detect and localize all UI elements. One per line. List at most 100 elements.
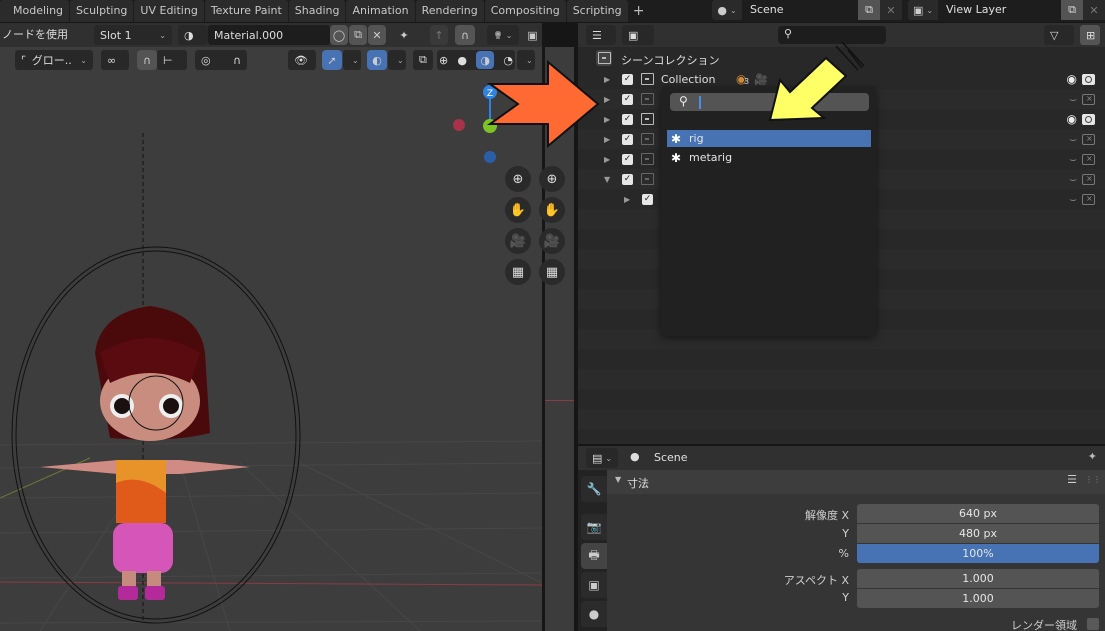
tab-view-layer[interactable]: ▣ <box>581 572 607 598</box>
resolution-x-field[interactable]: 640 px <box>857 504 1099 523</box>
expand-icon[interactable]: ▶ <box>604 75 610 84</box>
exclude-checkbox[interactable]: ✓ <box>622 73 633 85</box>
options-button[interactable]: ▣ <box>523 25 542 45</box>
selectability-dropdown[interactable]: 👁 <box>288 50 316 70</box>
overlay-dropdown[interactable]: ⌄ <box>388 50 406 70</box>
pivot-point-dropdown[interactable]: ∞ <box>101 50 129 70</box>
popup-item-metarig[interactable]: ✱ metarig <box>667 149 871 166</box>
render-region-checkbox[interactable] <box>1087 618 1099 630</box>
visibility-eye-icon[interactable]: ◉ <box>1067 112 1077 126</box>
tab-output[interactable]: 🖶 <box>581 543 607 569</box>
dimensions-panel-header[interactable]: ▼ 寸法 ☰ ⋮⋮ <box>607 470 1105 494</box>
new-collection-button[interactable]: ⊞ <box>1080 25 1100 45</box>
render-disabled-icon[interactable] <box>1082 153 1095 165</box>
new-view-layer-button[interactable]: ⧉ <box>1061 0 1083 20</box>
new-scene-button[interactable]: ⧉ <box>858 0 880 20</box>
proportional-edit-dropdown[interactable]: ◎ ∩ <box>195 50 247 70</box>
expand-icon[interactable]: ▶ <box>604 155 610 164</box>
scene-collection-label[interactable]: シーンコレクション <box>621 52 719 68</box>
exclude-checkbox[interactable]: ✓ <box>622 113 633 125</box>
filter-view-layer-dropdown[interactable]: ▣ <box>622 25 654 45</box>
snap-toggle-button[interactable]: ∩ <box>455 25 475 45</box>
render-disabled-icon[interactable] <box>1082 193 1095 205</box>
gizmo-toggle[interactable]: ➚ <box>322 50 342 70</box>
editor-type-dropdown[interactable]: ▤ ⌄ <box>586 448 618 468</box>
filter-dropdown[interactable]: ▽ <box>1044 25 1074 45</box>
tab-modeling[interactable]: Modeling <box>0 0 70 22</box>
tab-sculpting[interactable]: Sculpting <box>70 0 134 22</box>
overlay-toggle[interactable]: ◐ <box>367 50 387 70</box>
duplicate-material-button[interactable]: ⧉ <box>349 25 367 45</box>
transform-orientation-dropdown[interactable]: ⌜ グロー.. ⌄ <box>15 50 93 70</box>
fake-user-button[interactable]: ◯ <box>330 25 348 45</box>
tab-uv-editing[interactable]: UV Editing <box>134 0 204 22</box>
delete-view-layer-button[interactable]: ✕ <box>1083 0 1105 20</box>
tab-shading[interactable]: Shading <box>288 0 346 22</box>
pan-button[interactable]: ✋ <box>505 197 531 223</box>
render-disabled-icon[interactable] <box>1082 173 1095 185</box>
exclude-checkbox[interactable]: ✓ <box>622 153 633 165</box>
resolution-y-field[interactable]: 480 px <box>857 524 1099 543</box>
row-label[interactable]: Collection <box>661 73 715 86</box>
popup-search-input[interactable]: ⚲ <box>670 93 869 111</box>
exclude-checkbox[interactable]: ✓ <box>622 173 633 185</box>
tab-scripting[interactable]: Scripting <box>566 0 628 22</box>
slot-dropdown[interactable]: Slot 1 ⌄ <box>94 25 172 45</box>
3d-viewport[interactable]: ノードを使用 Slot 1 ⌄ ◑ Material.000 ◯ ⧉ ✕ ✦ ↑ … <box>0 23 542 631</box>
pan-button-2[interactable]: ✋ <box>539 197 565 223</box>
collapse-icon[interactable]: ▼ <box>604 175 610 184</box>
resolution-percent-slider[interactable]: 100% <box>857 544 1099 563</box>
camera-view-button-2[interactable]: 🎥 <box>539 228 565 254</box>
expand-icon[interactable]: ▶ <box>624 195 630 204</box>
tab-render[interactable]: 📷 <box>581 514 607 540</box>
drag-handle-icon[interactable]: ⋮⋮ <box>1085 475 1101 484</box>
visibility-eye-icon[interactable]: ◉ <box>1067 72 1077 86</box>
delete-scene-button[interactable]: ✕ <box>880 0 902 20</box>
render-disabled-icon[interactable] <box>1082 93 1095 105</box>
scene-selector[interactable]: ● ⌄ Scene ⧉ ✕ <box>712 0 902 20</box>
exclude-checkbox[interactable]: ✓ <box>642 193 653 205</box>
pin-icon[interactable]: ✦ <box>1088 450 1097 463</box>
scene-name[interactable]: Scene <box>742 0 858 20</box>
hidden-eye-icon[interactable]: ⌣ <box>1069 132 1077 147</box>
snap-target-dropdown[interactable]: ⊢ <box>157 50 187 70</box>
transform-pivot-button[interactable]: ✟ ⌄ <box>487 25 519 45</box>
exclude-checkbox[interactable]: ✓ <box>622 133 633 145</box>
pin-button[interactable]: ✦ <box>394 25 414 45</box>
material-preview-shading-icon[interactable]: ◑ <box>476 51 495 69</box>
tab-scene[interactable]: ● <box>581 601 607 627</box>
expand-icon[interactable]: ▶ <box>604 115 610 124</box>
zoom-button[interactable]: ⊕ <box>505 166 531 192</box>
snap-button[interactable]: ∩ <box>137 50 157 70</box>
material-name-field[interactable]: Material.000 <box>208 25 330 45</box>
secondary-viewport[interactable]: M <box>545 47 575 631</box>
view-layer-name[interactable]: View Layer <box>938 0 1061 20</box>
aspect-x-field[interactable]: 1.000 <box>857 569 1099 588</box>
hidden-eye-icon[interactable]: ⌣ <box>1069 192 1077 207</box>
tab-tool[interactable]: 🔧 <box>581 476 607 502</box>
view-layer-selector[interactable]: ▣ ⌄ View Layer ⧉ ✕ <box>908 0 1105 20</box>
hidden-eye-icon[interactable]: ⌣ <box>1069 152 1077 167</box>
tab-texture-paint[interactable]: Texture Paint <box>204 0 288 22</box>
tab-animation[interactable]: Animation <box>346 0 415 22</box>
render-camera-icon[interactable] <box>1082 113 1095 125</box>
camera-view-button[interactable]: 🎥 <box>505 228 531 254</box>
navigation-gizmo[interactable]: Z <box>0 23 542 631</box>
rendered-shading-icon[interactable]: ◔ <box>503 54 513 67</box>
use-nodes-label[interactable]: ノードを使用 <box>2 25 68 45</box>
shading-dropdown[interactable]: ⌄ <box>517 50 535 70</box>
hidden-eye-icon[interactable]: ⌣ <box>1069 92 1077 107</box>
outliner-search-input[interactable]: ⚲ <box>778 26 886 44</box>
ortho-toggle-button-2[interactable]: ▦ <box>539 259 565 285</box>
outliner-row[interactable]: ▶ ✓ Collection ◉ 3 🎥 ◉ <box>578 69 1105 89</box>
display-mode-dropdown[interactable]: ☰ <box>586 25 616 45</box>
solid-shading-icon[interactable]: ● <box>457 54 467 67</box>
popup-item-rig[interactable]: ✱ rig <box>667 130 871 147</box>
material-browse-button[interactable]: ◑ <box>178 25 208 45</box>
gizmo-dropdown[interactable]: ⌄ <box>343 50 361 70</box>
aspect-y-field[interactable]: 1.000 <box>857 589 1099 608</box>
unlink-material-button[interactable]: ✕ <box>368 25 386 45</box>
render-disabled-icon[interactable] <box>1082 133 1095 145</box>
tab-compositing[interactable]: Compositing <box>484 0 566 22</box>
perspective-toggle-button[interactable]: ▦ <box>505 259 531 285</box>
